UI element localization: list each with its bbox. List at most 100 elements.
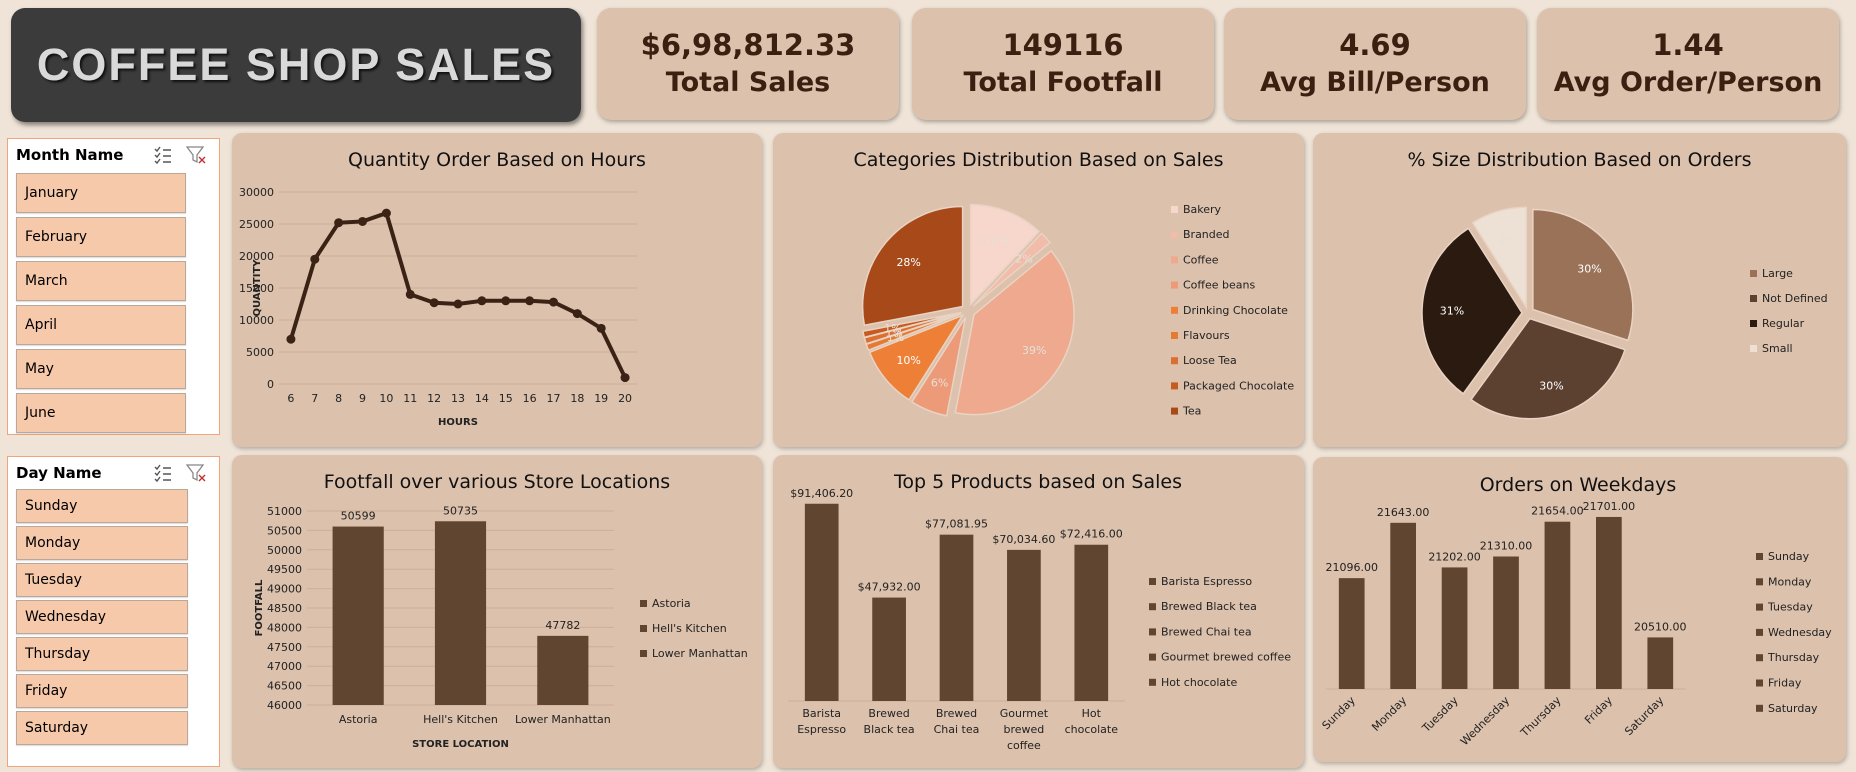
clear-filter-icon[interactable]: [186, 463, 206, 483]
slicer-item-february[interactable]: February: [16, 217, 186, 257]
x-tick-label: coffee: [1007, 739, 1041, 752]
legend-label: Regular: [1762, 317, 1805, 330]
y-tick-label: 0: [267, 378, 274, 391]
legend-label: Coffee beans: [1183, 279, 1255, 292]
legend-swatch: [640, 600, 647, 607]
data-label: $70,034.60: [992, 533, 1055, 546]
data-point: [596, 323, 606, 333]
slicer-title: Month Name: [16, 146, 124, 164]
legend-swatch: [1756, 654, 1763, 662]
legend-swatch: [1756, 679, 1763, 687]
slicer-item-sunday[interactable]: Sunday: [16, 489, 188, 523]
legend-label: Tuesday: [1767, 601, 1813, 614]
legend-label: Lower Manhattan: [652, 647, 748, 660]
multi-select-icon[interactable]: [153, 145, 173, 165]
data-label: 47782: [545, 619, 580, 632]
multi-select-icon[interactable]: [153, 463, 173, 483]
legend-swatch: [1756, 578, 1763, 586]
legend-label: Loose Tea: [1183, 354, 1237, 367]
slicer-item-june[interactable]: June: [16, 393, 186, 433]
kpi-value: $6,98,812.33: [640, 28, 856, 62]
slicer-item-march[interactable]: March: [16, 261, 186, 301]
x-tick-label: Monday: [1369, 694, 1409, 734]
data-point: [358, 216, 368, 226]
x-tick-label: Friday: [1582, 694, 1615, 727]
data-label: 21202.00: [1428, 550, 1481, 563]
slice-label: 2%: [1015, 252, 1032, 265]
slicer-item-april[interactable]: April: [16, 305, 186, 345]
chart-panel-weekdays: Orders on Weekdays 21096.00 Sunday 21643.00…: [1313, 457, 1846, 762]
bar: [1441, 567, 1468, 689]
y-tick-label: 49500: [267, 563, 302, 576]
day-slicer: Day Name Sunday Monday Tuesday Wednesday…: [7, 456, 220, 767]
legend-label: Large: [1762, 267, 1793, 280]
legend-label: Small: [1762, 342, 1793, 355]
kpi-label: Total Footfall: [963, 67, 1163, 98]
x-tick-label: 14: [475, 392, 489, 405]
x-tick-label: 10: [379, 392, 393, 405]
kpi-avg-bill: 4.69 Avg Bill/Person: [1224, 8, 1526, 120]
legend-swatch: [1171, 206, 1178, 213]
x-tick-label: Barista: [802, 707, 841, 720]
dashboard-title: COFFEE SHOP SALES: [36, 39, 556, 90]
y-tick-label: 47500: [267, 641, 302, 654]
legend-label: Tea: [1182, 405, 1201, 418]
legend-swatch: [1171, 407, 1178, 415]
x-tick-label: Wednesday: [1458, 694, 1513, 749]
data-point: [405, 289, 415, 299]
kpi-value: 4.69: [1339, 28, 1411, 62]
chart-panel-locations: Footfall over various Store Locations 460…: [232, 455, 762, 768]
data-label: $72,416.00: [1060, 528, 1123, 541]
legend-swatch: [1171, 332, 1178, 339]
y-tick-label: 46000: [267, 699, 302, 712]
x-axis-label: HOURS: [438, 417, 478, 428]
data-point: [501, 296, 511, 306]
kpi-label: Avg Order/Person: [1553, 67, 1823, 98]
legend-label: Monday: [1768, 575, 1812, 588]
chart-panel-hours: Quantity Order Based on Hours 0 5000 10000 1…: [232, 133, 762, 447]
data-point: [334, 218, 344, 228]
data-point: [429, 298, 439, 308]
data-label: 21096.00: [1325, 561, 1378, 574]
legend-swatch: [1756, 704, 1763, 712]
x-tick-label: Sunday: [1320, 694, 1359, 733]
x-tick-label: brewed: [1004, 723, 1045, 736]
legend-label: Packaged Chocolate: [1183, 379, 1294, 392]
x-tick-label: Saturday: [1622, 694, 1667, 739]
slicer-item-wednesday[interactable]: Wednesday: [16, 600, 188, 634]
slicer-item-label: Monday: [25, 535, 81, 551]
slicer-item-tuesday[interactable]: Tuesday: [16, 563, 188, 597]
slicer-item-january[interactable]: January: [16, 173, 186, 213]
slicer-item-saturday[interactable]: Saturday: [16, 711, 188, 745]
chart-title: Footfall over various Store Locations: [324, 471, 670, 493]
data-label: 21310.00: [1480, 540, 1533, 553]
series-line: [289, 211, 627, 379]
clear-filter-icon[interactable]: [186, 145, 206, 165]
x-tick-label: Hot: [1082, 707, 1102, 720]
bar: [1596, 516, 1622, 689]
slice-label: 28%: [896, 256, 920, 269]
legend-label: Saturday: [1768, 702, 1818, 715]
slicer-item-may[interactable]: May: [16, 349, 186, 389]
chart-title: Top 5 Products based on Sales: [893, 471, 1182, 493]
data-label: 50735: [443, 504, 478, 517]
bar: [1544, 521, 1571, 689]
data-label: 21643.00: [1377, 506, 1430, 519]
slicer-item-friday[interactable]: Friday: [16, 674, 188, 708]
slicer-item-label: Sunday: [25, 498, 78, 514]
y-tick-label: 25000: [239, 218, 274, 231]
data-point: [381, 208, 391, 218]
y-tick-label: 48000: [267, 621, 302, 634]
legend-swatch: [1171, 256, 1178, 264]
data-point: [310, 254, 320, 264]
chart-title: Quantity Order Based on Hours: [348, 149, 646, 171]
slicer-item-monday[interactable]: Monday: [16, 526, 188, 560]
slicer-item-thursday[interactable]: Thursday: [16, 637, 188, 671]
x-tick-label: Gourmet: [1000, 707, 1049, 720]
slicer-item-label: January: [25, 185, 79, 201]
legend-swatch: [640, 650, 647, 657]
legend-swatch: [1149, 628, 1156, 636]
legend-swatch: [1171, 306, 1178, 314]
legend-label: Brewed Black tea: [1161, 600, 1257, 613]
kpi-value: 1.44: [1652, 28, 1724, 62]
